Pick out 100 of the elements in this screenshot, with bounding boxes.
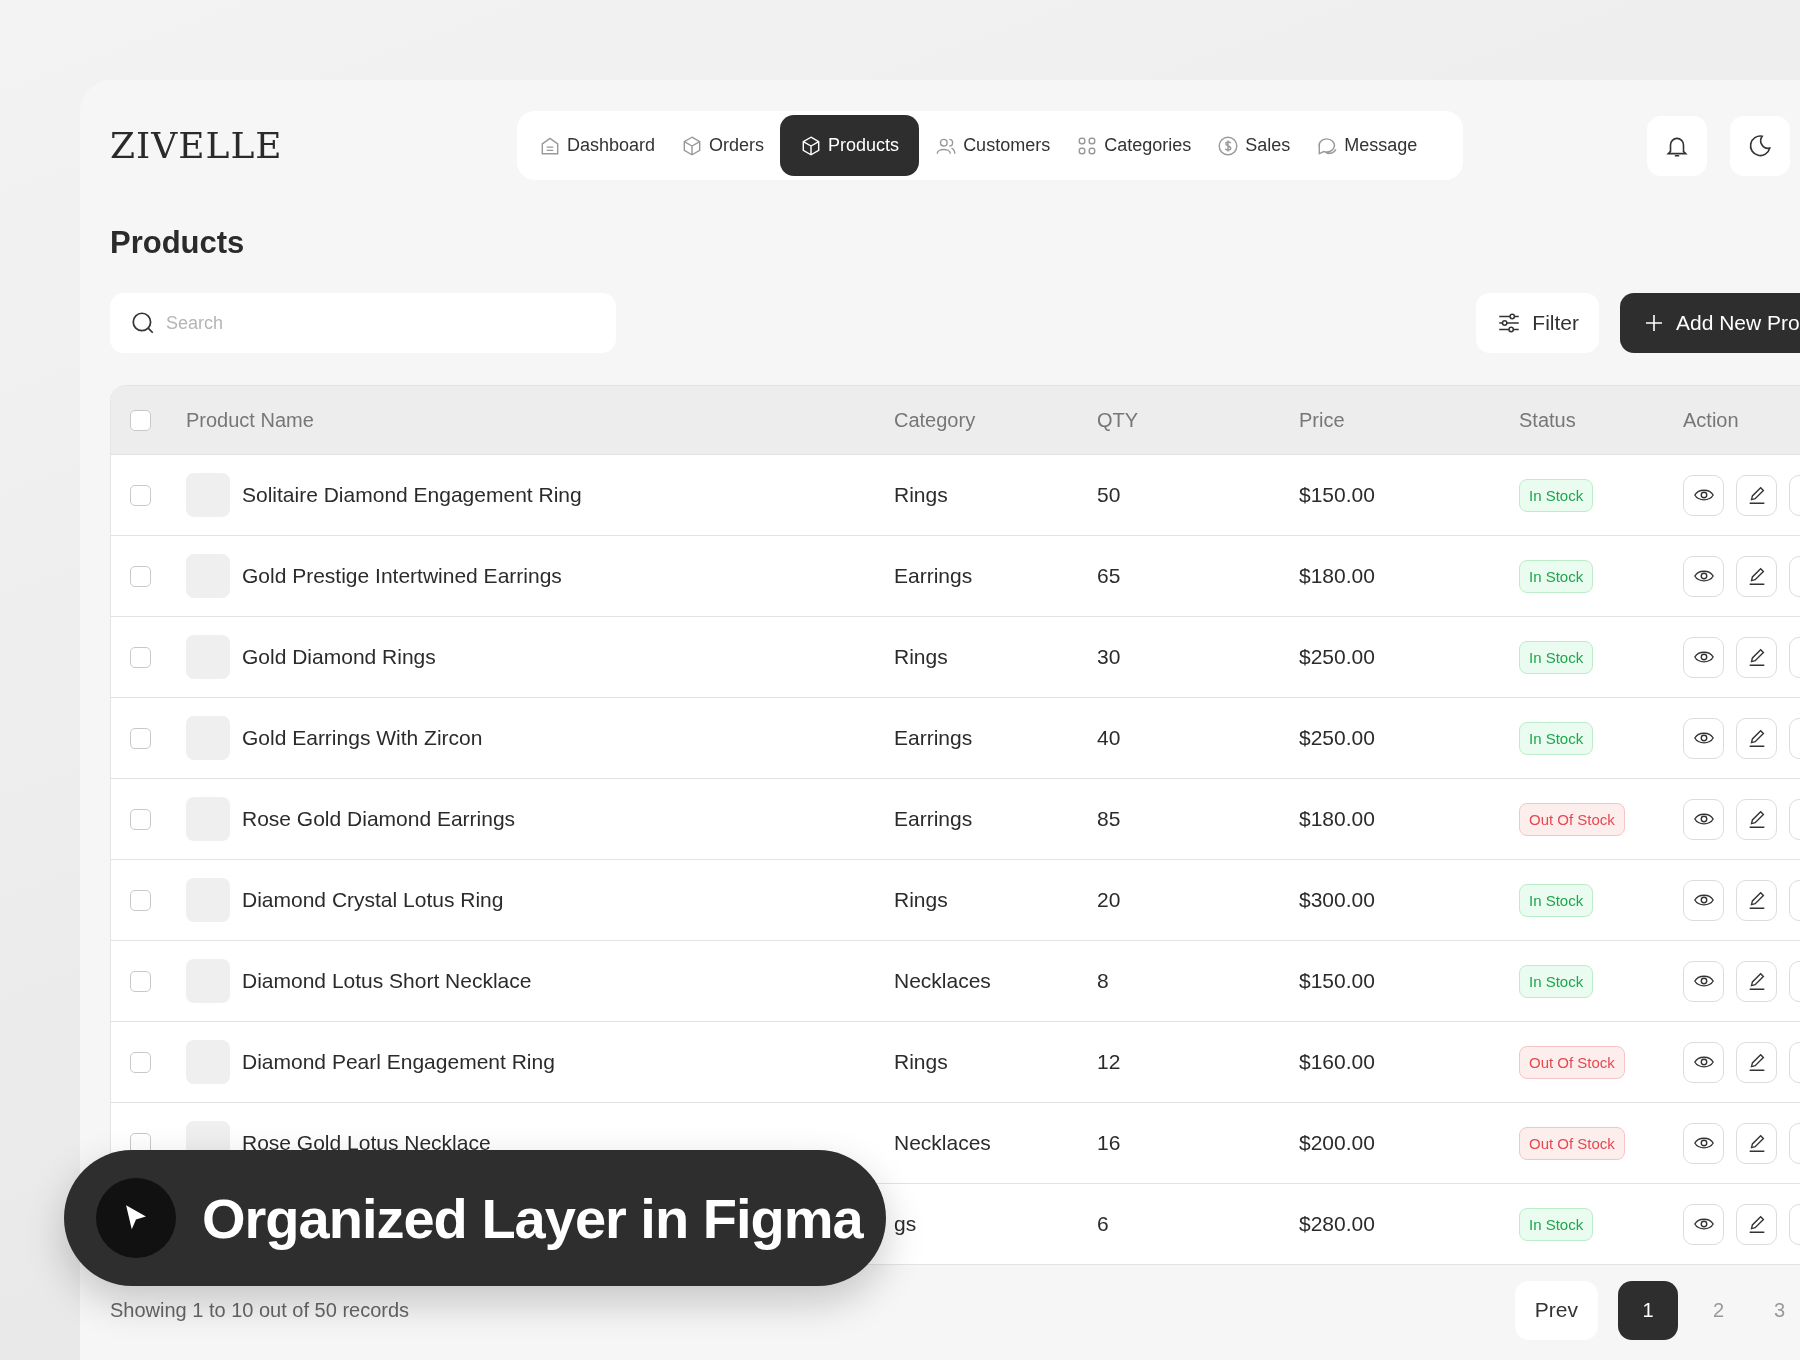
filter-button[interactable]: Filter	[1476, 293, 1599, 353]
notifications-button[interactable]	[1647, 115, 1707, 176]
records-summary: Showing 1 to 10 out of 50 records	[110, 1298, 410, 1322]
qty-cell: 85	[1097, 807, 1121, 831]
product-name: Gold Prestige Intertwined Earrings	[242, 564, 562, 588]
view-button[interactable]	[1683, 960, 1724, 1002]
view-button[interactable]	[1683, 798, 1724, 840]
view-button[interactable]	[1683, 555, 1724, 597]
qty-cell: 65	[1097, 564, 1121, 588]
category-cell: gs	[894, 1212, 917, 1236]
nav-tab[interactable]: Categories	[1066, 115, 1202, 176]
product-name: Diamond Crystal Lotus Ring	[242, 888, 504, 912]
qty-cell: 30	[1097, 645, 1121, 669]
column-header: Product Name	[186, 408, 315, 432]
qty-cell: 40	[1097, 726, 1121, 750]
qty-cell: 50	[1097, 483, 1121, 507]
nav-tab[interactable]: Sales	[1207, 115, 1301, 176]
product-name: Gold Diamond Rings	[242, 645, 436, 669]
category-cell: Rings	[894, 645, 948, 669]
view-button[interactable]	[1683, 474, 1724, 516]
edit-button[interactable]	[1736, 636, 1777, 678]
category-cell: Rings	[894, 1050, 948, 1074]
edit-button[interactable]	[1736, 474, 1777, 516]
banner-text: Organized Layer in Figma	[202, 1185, 863, 1251]
plus-icon	[1644, 313, 1664, 333]
view-button[interactable]	[1683, 636, 1724, 678]
edit-button[interactable]	[1736, 1041, 1777, 1083]
price-cell: $200.00	[1299, 1131, 1375, 1155]
edit-button[interactable]	[1736, 798, 1777, 840]
edit-button[interactable]	[1736, 717, 1777, 759]
theme-toggle-button[interactable]	[1730, 115, 1790, 176]
price-cell: $180.00	[1299, 807, 1375, 831]
qty-cell: 8	[1097, 969, 1109, 993]
price-cell: $250.00	[1299, 645, 1375, 669]
nav-tab[interactable]: Customers	[925, 115, 1061, 176]
category-cell: Earrings	[894, 564, 973, 588]
row-checkbox[interactable]	[130, 970, 151, 992]
price-cell: $300.00	[1299, 888, 1375, 912]
category-cell: Necklaces	[894, 969, 991, 993]
row-checkbox[interactable]	[130, 889, 151, 911]
category-cell: Necklaces	[894, 1131, 991, 1155]
status-badge: In Stock	[1519, 559, 1594, 593]
edit-button[interactable]	[1736, 1203, 1777, 1245]
status-badge: Out Of Stock	[1519, 802, 1625, 836]
price-cell: $280.00	[1299, 1212, 1375, 1236]
category-cell: Earrings	[894, 726, 973, 750]
product-name: Rose Gold Diamond Earrings	[242, 807, 516, 831]
status-badge: In Stock	[1519, 640, 1594, 674]
nav-tab[interactable]: Products	[780, 115, 920, 176]
product-name: Diamond Lotus Short Necklace	[242, 969, 532, 993]
price-cell: $180.00	[1299, 564, 1375, 588]
qty-cell: 6	[1097, 1212, 1109, 1236]
category-cell: Rings	[894, 888, 948, 912]
prev-button[interactable]: Prev	[1514, 1280, 1598, 1340]
nav-tab[interactable]: Dashboard	[529, 115, 666, 176]
edit-button[interactable]	[1736, 555, 1777, 597]
status-badge: In Stock	[1519, 1207, 1594, 1241]
view-button[interactable]	[1683, 717, 1724, 759]
status-badge: In Stock	[1519, 721, 1594, 755]
column-header: Category	[894, 408, 977, 432]
row-checkbox[interactable]	[130, 484, 151, 506]
view-button[interactable]	[1683, 1122, 1724, 1164]
price-cell: $150.00	[1299, 483, 1375, 507]
status-badge: Out Of Stock	[1519, 1126, 1625, 1160]
edit-button[interactable]	[1736, 879, 1777, 921]
product-name: Gold Earrings With Zircon	[242, 726, 483, 750]
status-badge: In Stock	[1519, 964, 1594, 998]
view-button[interactable]	[1683, 879, 1724, 921]
brand-logo: ZIVELLE	[110, 125, 283, 166]
page-title: Products	[110, 224, 246, 262]
dollar-icon	[1217, 134, 1240, 157]
price-cell: $250.00	[1299, 726, 1375, 750]
column-header: Action	[1683, 408, 1740, 432]
row-checkbox[interactable]	[130, 808, 151, 830]
status-badge: In Stock	[1519, 478, 1594, 512]
select-all-checkbox[interactable]	[130, 409, 151, 431]
product-name: Diamond Pearl Engagement Ring	[242, 1050, 555, 1074]
column-header: Status	[1519, 408, 1577, 432]
edit-button[interactable]	[1736, 960, 1777, 1002]
status-badge: Out Of Stock	[1519, 1045, 1625, 1079]
view-button[interactable]	[1683, 1041, 1724, 1083]
nav-tab[interactable]: Message	[1306, 115, 1428, 176]
moon-icon	[1747, 132, 1773, 159]
price-cell: $160.00	[1299, 1050, 1375, 1074]
qty-cell: 12	[1097, 1050, 1121, 1074]
edit-button[interactable]	[1736, 1122, 1777, 1164]
add-product-button[interactable]: Add New Pro	[1620, 293, 1800, 353]
nav-tab[interactable]: Orders	[671, 115, 775, 176]
row-checkbox[interactable]	[130, 565, 151, 587]
product-name: Rose Gold Lotus Necklace	[242, 1131, 491, 1155]
row-checkbox[interactable]	[130, 1051, 151, 1073]
row-checkbox[interactable]	[130, 646, 151, 668]
search-field[interactable]: Search	[110, 293, 616, 353]
product-name: Solitaire Diamond Engagement Ring	[242, 483, 582, 507]
row-checkbox[interactable]	[130, 727, 151, 749]
category-cell: Earrings	[894, 807, 973, 831]
page-button[interactable]: 1	[1618, 1280, 1678, 1340]
status-badge: In Stock	[1519, 883, 1594, 917]
view-button[interactable]	[1683, 1203, 1724, 1245]
column-header: QTY	[1097, 408, 1140, 432]
